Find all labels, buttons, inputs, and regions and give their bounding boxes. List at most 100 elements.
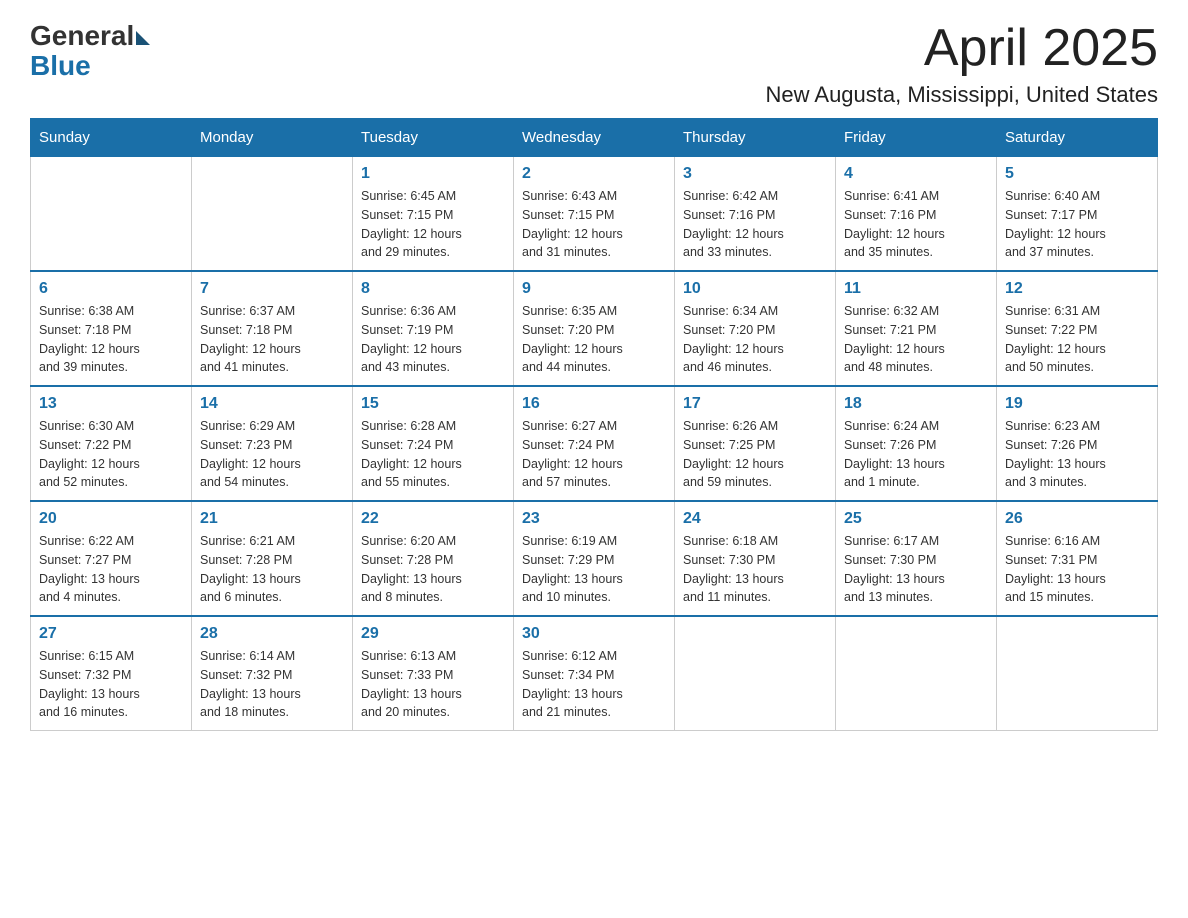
calendar-cell	[997, 616, 1158, 731]
calendar-cell: 19 Sunrise: 6:23 AMSunset: 7:26 PMDayligh…	[997, 386, 1158, 501]
day-info: Sunrise: 6:29 AMSunset: 7:23 PMDaylight:…	[200, 417, 344, 492]
calendar-cell	[675, 616, 836, 731]
calendar-cell: 23 Sunrise: 6:19 AMSunset: 7:29 PMDayligh…	[514, 501, 675, 616]
day-info: Sunrise: 6:18 AMSunset: 7:30 PMDaylight:…	[683, 532, 827, 607]
day-info: Sunrise: 6:15 AMSunset: 7:32 PMDaylight:…	[39, 647, 183, 722]
day-number: 11	[844, 280, 988, 298]
calendar-table: SundayMondayTuesdayWednesdayThursdayFrid…	[30, 118, 1158, 731]
calendar-cell: 5 Sunrise: 6:40 AMSunset: 7:17 PMDaylight…	[997, 157, 1158, 272]
calendar-cell	[31, 157, 192, 272]
calendar-cell: 22 Sunrise: 6:20 AMSunset: 7:28 PMDayligh…	[353, 501, 514, 616]
day-number: 5	[1005, 165, 1149, 183]
day-info: Sunrise: 6:28 AMSunset: 7:24 PMDaylight:…	[361, 417, 505, 492]
calendar-week-row: 20Sunrise: 6:22 AMSunset: 7:27 PMDayligh…	[31, 501, 1158, 616]
calendar-cell	[836, 616, 997, 731]
calendar-cell: 26 Sunrise: 6:16 AMSunset: 7:31 PMDayligh…	[997, 501, 1158, 616]
title-area: April 2025 New Augusta, Mississippi, Uni…	[765, 20, 1158, 108]
calendar-cell: 15 Sunrise: 6:28 AMSunset: 7:24 PMDayligh…	[353, 386, 514, 501]
day-number: 19	[1005, 395, 1149, 413]
day-number: 4	[844, 165, 988, 183]
calendar-cell: 8 Sunrise: 6:36 AMSunset: 7:19 PMDaylight…	[353, 271, 514, 386]
day-number: 9	[522, 280, 666, 298]
day-info: Sunrise: 6:31 AMSunset: 7:22 PMDaylight:…	[1005, 302, 1149, 377]
day-info: Sunrise: 6:43 AMSunset: 7:15 PMDaylight:…	[522, 187, 666, 262]
calendar-cell: 10Sunrise: 6:34 AMSunset: 7:20 PMDayligh…	[675, 271, 836, 386]
day-number: 15	[361, 395, 505, 413]
calendar-cell: 12 Sunrise: 6:31 AMSunset: 7:22 PMDayligh…	[997, 271, 1158, 386]
day-info: Sunrise: 6:14 AMSunset: 7:32 PMDaylight:…	[200, 647, 344, 722]
day-number: 22	[361, 510, 505, 528]
calendar-cell: 13Sunrise: 6:30 AMSunset: 7:22 PMDayligh…	[31, 386, 192, 501]
calendar-cell: 2 Sunrise: 6:43 AMSunset: 7:15 PMDaylight…	[514, 157, 675, 272]
calendar-week-row: 27 Sunrise: 6:15 AMSunset: 7:32 PMDayligh…	[31, 616, 1158, 731]
calendar-week-row: 6 Sunrise: 6:38 AMSunset: 7:18 PMDaylight…	[31, 271, 1158, 386]
calendar-cell: 30 Sunrise: 6:12 AMSunset: 7:34 PMDayligh…	[514, 616, 675, 731]
day-info: Sunrise: 6:26 AMSunset: 7:25 PMDaylight:…	[683, 417, 827, 492]
day-number: 2	[522, 165, 666, 183]
day-number: 27	[39, 625, 183, 643]
day-number: 21	[200, 510, 344, 528]
day-info: Sunrise: 6:40 AMSunset: 7:17 PMDaylight:…	[1005, 187, 1149, 262]
calendar-cell: 24 Sunrise: 6:18 AMSunset: 7:30 PMDayligh…	[675, 501, 836, 616]
logo-blue-text: Blue	[30, 50, 91, 82]
day-info: Sunrise: 6:42 AMSunset: 7:16 PMDaylight:…	[683, 187, 827, 262]
calendar-cell: 29Sunrise: 6:13 AMSunset: 7:33 PMDayligh…	[353, 616, 514, 731]
calendar-cell: 25 Sunrise: 6:17 AMSunset: 7:30 PMDayligh…	[836, 501, 997, 616]
day-number: 30	[522, 625, 666, 643]
day-number: 26	[1005, 510, 1149, 528]
day-info: Sunrise: 6:24 AMSunset: 7:26 PMDaylight:…	[844, 417, 988, 492]
day-info: Sunrise: 6:17 AMSunset: 7:30 PMDaylight:…	[844, 532, 988, 607]
calendar-cell: 17 Sunrise: 6:26 AMSunset: 7:25 PMDayligh…	[675, 386, 836, 501]
calendar-week-row: 1 Sunrise: 6:45 AMSunset: 7:15 PMDaylight…	[31, 157, 1158, 272]
day-number: 18	[844, 395, 988, 413]
weekday-header-monday: Monday	[192, 119, 353, 157]
calendar-cell	[192, 157, 353, 272]
day-info: Sunrise: 6:34 AMSunset: 7:20 PMDaylight:…	[683, 302, 827, 377]
logo-arrow-icon	[136, 31, 150, 45]
day-number: 14	[200, 395, 344, 413]
calendar-cell: 11 Sunrise: 6:32 AMSunset: 7:21 PMDayligh…	[836, 271, 997, 386]
day-number: 8	[361, 280, 505, 298]
day-info: Sunrise: 6:23 AMSunset: 7:26 PMDaylight:…	[1005, 417, 1149, 492]
day-info: Sunrise: 6:37 AMSunset: 7:18 PMDaylight:…	[200, 302, 344, 377]
calendar-week-row: 13Sunrise: 6:30 AMSunset: 7:22 PMDayligh…	[31, 386, 1158, 501]
location-title: New Augusta, Mississippi, United States	[765, 82, 1158, 108]
calendar-cell: 6 Sunrise: 6:38 AMSunset: 7:18 PMDaylight…	[31, 271, 192, 386]
day-info: Sunrise: 6:21 AMSunset: 7:28 PMDaylight:…	[200, 532, 344, 607]
weekday-header-friday: Friday	[836, 119, 997, 157]
weekday-header-sunday: Sunday	[31, 119, 192, 157]
weekday-header-thursday: Thursday	[675, 119, 836, 157]
calendar-cell: 16Sunrise: 6:27 AMSunset: 7:24 PMDayligh…	[514, 386, 675, 501]
day-number: 3	[683, 165, 827, 183]
calendar-cell: 7 Sunrise: 6:37 AMSunset: 7:18 PMDaylight…	[192, 271, 353, 386]
weekday-header-tuesday: Tuesday	[353, 119, 514, 157]
calendar-cell: 18 Sunrise: 6:24 AMSunset: 7:26 PMDayligh…	[836, 386, 997, 501]
weekday-header-saturday: Saturday	[997, 119, 1158, 157]
day-info: Sunrise: 6:45 AMSunset: 7:15 PMDaylight:…	[361, 187, 505, 262]
day-info: Sunrise: 6:20 AMSunset: 7:28 PMDaylight:…	[361, 532, 505, 607]
day-number: 6	[39, 280, 183, 298]
day-info: Sunrise: 6:32 AMSunset: 7:21 PMDaylight:…	[844, 302, 988, 377]
day-number: 7	[200, 280, 344, 298]
day-number: 24	[683, 510, 827, 528]
day-number: 17	[683, 395, 827, 413]
day-number: 28	[200, 625, 344, 643]
weekday-header-wednesday: Wednesday	[514, 119, 675, 157]
calendar-cell: 28 Sunrise: 6:14 AMSunset: 7:32 PMDayligh…	[192, 616, 353, 731]
calendar-header-row: SundayMondayTuesdayWednesdayThursdayFrid…	[31, 119, 1158, 157]
day-number: 16	[522, 395, 666, 413]
logo: General Blue	[30, 20, 150, 82]
day-info: Sunrise: 6:12 AMSunset: 7:34 PMDaylight:…	[522, 647, 666, 722]
day-number: 12	[1005, 280, 1149, 298]
day-number: 25	[844, 510, 988, 528]
day-info: Sunrise: 6:16 AMSunset: 7:31 PMDaylight:…	[1005, 532, 1149, 607]
day-number: 1	[361, 165, 505, 183]
day-info: Sunrise: 6:13 AMSunset: 7:33 PMDaylight:…	[361, 647, 505, 722]
calendar-cell: 27 Sunrise: 6:15 AMSunset: 7:32 PMDayligh…	[31, 616, 192, 731]
day-info: Sunrise: 6:35 AMSunset: 7:20 PMDaylight:…	[522, 302, 666, 377]
day-info: Sunrise: 6:36 AMSunset: 7:19 PMDaylight:…	[361, 302, 505, 377]
day-info: Sunrise: 6:38 AMSunset: 7:18 PMDaylight:…	[39, 302, 183, 377]
day-info: Sunrise: 6:19 AMSunset: 7:29 PMDaylight:…	[522, 532, 666, 607]
calendar-cell: 14 Sunrise: 6:29 AMSunset: 7:23 PMDayligh…	[192, 386, 353, 501]
day-number: 23	[522, 510, 666, 528]
